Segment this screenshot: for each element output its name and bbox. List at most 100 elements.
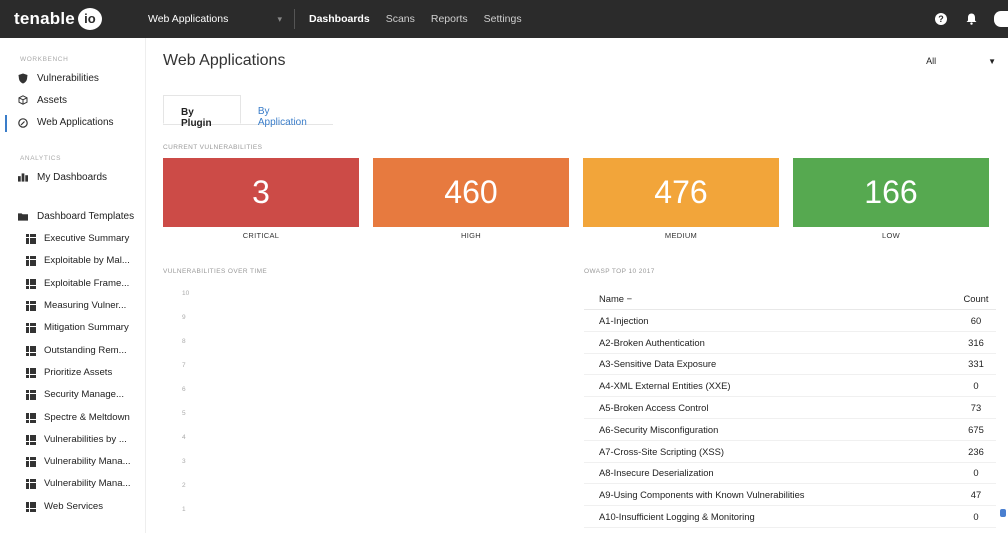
severity-label: MEDIUM: [664, 231, 698, 240]
owasp-name-cell: A5-Broken Access Control: [599, 402, 709, 414]
owasp-rows: A1-Injection 60 A2-Broken Authentication 31…: [584, 310, 996, 528]
table-row[interactable]: A1-Injection 60: [584, 310, 996, 332]
sidebar-item-label: Mitigation Summary: [44, 322, 129, 334]
grid-icon: [26, 501, 36, 512]
sidebar-item-template[interactable]: Security Manage...: [0, 384, 145, 406]
owasp-name-cell: A6-Security Misconfiguration: [599, 423, 719, 435]
sidebar-item-vulnerabilities[interactable]: Vulnerabilities: [0, 67, 145, 89]
grid-icon: [26, 345, 36, 356]
user-avatar-icon[interactable]: [994, 11, 1008, 27]
sidebar-item-label: Vulnerabilities: [37, 72, 99, 84]
grid-icon: [26, 278, 36, 289]
current-vulnerabilities-label: CURRENT VULNERABILITIES: [163, 144, 263, 151]
owasp-count-cell: 60: [970, 314, 982, 326]
severity-label: LOW: [882, 231, 900, 240]
severity-card-low[interactable]: 166: [793, 158, 989, 227]
owasp-table: Name − Count A1-Injection 60 A2-Broken Aut…: [584, 288, 996, 528]
nav-scans[interactable]: Scans: [386, 13, 415, 25]
sidebar-item-label: Assets: [37, 94, 68, 106]
owasp-name-cell: A1-Injection: [599, 314, 649, 326]
table-row[interactable]: A7-Cross-Site Scripting (XSS) 236: [584, 441, 996, 463]
template-list: Executive Summary Exploitable by Mal... Ex…: [0, 227, 145, 517]
sidebar-item-template[interactable]: Prioritize Assets: [0, 361, 145, 383]
nav-dashboards[interactable]: Dashboards: [309, 13, 370, 25]
help-icon-button[interactable]: ?: [934, 12, 948, 26]
sidebar-item-template[interactable]: Executive Summary: [0, 227, 145, 249]
sidebar-item-label: My Dashboards: [37, 171, 108, 183]
severity-card-high[interactable]: 460: [373, 158, 569, 227]
cube-icon: [18, 95, 28, 106]
sidebar-item-template[interactable]: Exploitable by Mal...: [0, 250, 145, 272]
y-axis-tick-label: 10: [182, 290, 190, 297]
sidebar-item-template[interactable]: Measuring Vulner...: [0, 294, 145, 316]
nav-settings[interactable]: Settings: [484, 13, 522, 25]
sidebar-item-template[interactable]: Vulnerabilities by ...: [0, 428, 145, 450]
sidebar-item-label: Prioritize Assets: [44, 366, 113, 378]
sidebar-item-template[interactable]: Exploitable Frame...: [0, 272, 145, 294]
grid-icon: [26, 412, 36, 423]
y-axis-tick-label: 6: [182, 386, 186, 393]
grid-icon: [26, 457, 36, 468]
table-row[interactable]: A5-Broken Access Control 73: [584, 397, 996, 419]
nav-reports[interactable]: Reports: [431, 13, 468, 25]
owasp-name-cell: A10-Insufficient Logging & Monitoring: [599, 511, 755, 523]
y-axis-tick-label: 3: [182, 458, 186, 465]
sidebar: WORKBENCH Vulnerabilities Assets Web App…: [0, 38, 146, 533]
sidebar-item-template[interactable]: Web Services: [0, 495, 145, 517]
grid-icon: [26, 367, 36, 378]
top-bar: tenable io Web Applications ▾ Dashboards…: [0, 0, 1008, 38]
sidebar-item-label: Web Services: [44, 500, 104, 512]
column-header-count[interactable]: Count: [956, 293, 996, 304]
grid-icon: [26, 301, 36, 312]
table-row[interactable]: A3-Sensitive Data Exposure 331: [584, 354, 996, 376]
grid-icon: [26, 434, 36, 445]
table-row[interactable]: A2-Broken Authentication 316: [584, 332, 996, 354]
sidebar-item-template[interactable]: Spectre & Meltdown: [0, 406, 145, 428]
sidebar-item-dashboard-templates[interactable]: Dashboard Templates: [0, 205, 145, 227]
sidebar-item-label: Web Applications: [37, 117, 114, 129]
severity-card-medium[interactable]: 476: [583, 158, 779, 227]
help-icon: ?: [935, 13, 947, 25]
view-tabs: By Plugin By Application: [163, 95, 333, 129]
filter-value: All: [926, 56, 937, 66]
user-icon: [994, 11, 1008, 27]
sidebar-item-template[interactable]: Vulnerability Mana...: [0, 450, 145, 472]
sidebar-item-label: Exploitable Frame...: [44, 277, 130, 289]
table-row[interactable]: A9-Using Components with Known Vulnerabi…: [584, 484, 996, 507]
sidebar-item-assets[interactable]: Assets: [0, 89, 145, 111]
owasp-name-cell: A4-XML External Entities (XXE): [599, 380, 731, 392]
tab-by-plugin[interactable]: By Plugin: [163, 95, 241, 129]
tab-by-application[interactable]: By Application: [241, 95, 333, 128]
logo-io-badge: io: [77, 8, 102, 30]
y-axis-tick-label: 1: [182, 506, 186, 513]
sidebar-item-template[interactable]: Vulnerability Mana...: [0, 473, 145, 495]
sidebar-item-template[interactable]: Outstanding Rem...: [0, 339, 145, 361]
table-row[interactable]: A4-XML External Entities (XXE) 0: [584, 375, 996, 398]
column-header-name[interactable]: Name −: [599, 293, 632, 304]
folder-icon: [18, 211, 28, 221]
severity-label: CRITICAL: [242, 231, 280, 240]
sidebar-item-my-dashboards[interactable]: My Dashboards: [0, 166, 145, 188]
app-selector[interactable]: Web Applications ▾: [148, 0, 294, 38]
feedback-icon[interactable]: [1000, 509, 1006, 517]
sidebar-item-web-applications[interactable]: Web Applications: [0, 112, 145, 134]
y-axis-tick-label: 8: [182, 338, 186, 345]
sidebar-item-template[interactable]: Mitigation Summary: [0, 317, 145, 339]
owasp-count-cell: 47: [970, 489, 982, 501]
sidebar-item-label: Measuring Vulner...: [44, 300, 127, 312]
tenable-logo[interactable]: tenable io: [0, 0, 148, 38]
grid-icon: [26, 256, 36, 267]
sidebar-item-label: Vulnerabilities by ...: [44, 433, 127, 445]
severity-card-critical[interactable]: 3: [163, 158, 359, 227]
owasp-count-cell: 73: [970, 402, 982, 414]
table-row[interactable]: A8-Insecure Deserialization 0: [584, 463, 996, 485]
owasp-name-cell: A7-Cross-Site Scripting (XSS): [599, 445, 725, 457]
owasp-count-cell: 0: [973, 467, 979, 479]
sidebar-item-label: Vulnerability Mana...: [44, 456, 131, 468]
table-row[interactable]: A6-Security Misconfiguration 675: [584, 419, 996, 441]
table-row[interactable]: A10-Insufficient Logging & Monitoring 0: [584, 506, 996, 528]
filter-select[interactable]: All ▼: [926, 56, 996, 66]
owasp-count-cell: 316: [968, 336, 984, 348]
y-axis-tick-label: 9: [182, 314, 186, 321]
notifications-bell-icon[interactable]: [964, 12, 978, 26]
